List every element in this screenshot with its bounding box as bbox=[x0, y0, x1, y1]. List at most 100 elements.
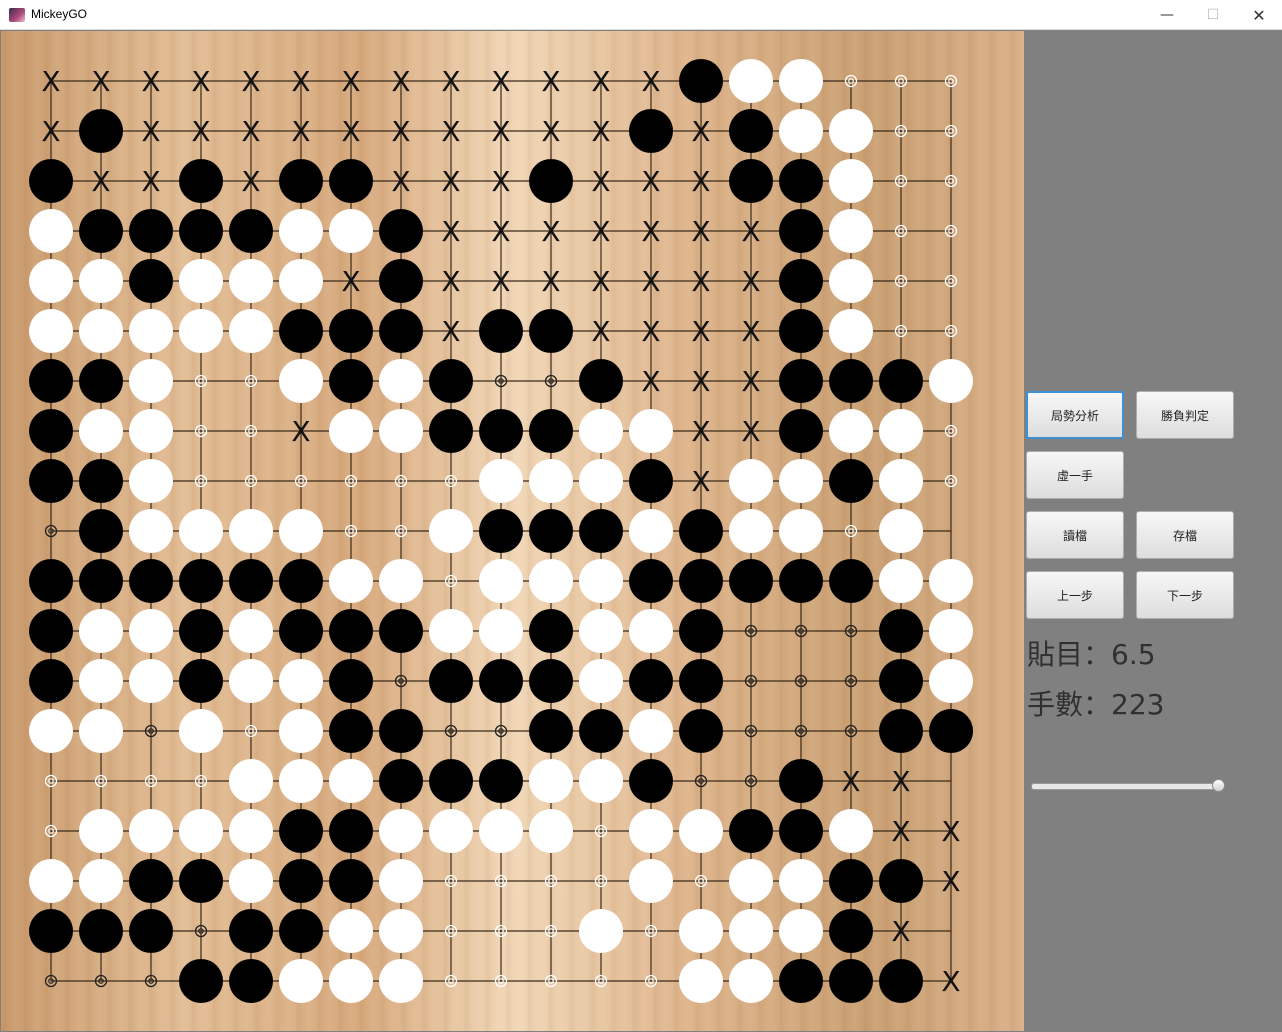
white-stone bbox=[129, 359, 173, 403]
pass-button[interactable]: 虛一手 bbox=[1026, 451, 1124, 499]
white-stone bbox=[229, 859, 273, 903]
white-stone bbox=[729, 459, 773, 503]
territory-cross-marker: X bbox=[691, 215, 710, 248]
black-stone bbox=[779, 159, 823, 203]
black-stone bbox=[379, 259, 423, 303]
black-stone bbox=[829, 559, 873, 603]
black-stone bbox=[879, 709, 923, 753]
territory-cross-marker: X bbox=[691, 165, 710, 198]
black-stone bbox=[79, 359, 123, 403]
black-stone bbox=[179, 859, 223, 903]
black-stone bbox=[629, 659, 673, 703]
territory-cross-marker: X bbox=[441, 265, 460, 298]
white-stone bbox=[179, 809, 223, 853]
territory-cross-marker: X bbox=[391, 65, 410, 98]
black-stone bbox=[279, 309, 323, 353]
black-stone bbox=[679, 509, 723, 553]
white-stone bbox=[79, 859, 123, 903]
black-stone bbox=[429, 759, 473, 803]
white-stone bbox=[129, 809, 173, 853]
judge-button[interactable]: 勝負判定 bbox=[1136, 391, 1234, 439]
territory-cross-marker: X bbox=[241, 115, 260, 148]
territory-cross-marker: X bbox=[741, 415, 760, 448]
black-stone bbox=[29, 409, 73, 453]
territory-cross-marker: X bbox=[941, 965, 960, 998]
white-stone bbox=[879, 559, 923, 603]
territory-cross-marker: X bbox=[241, 165, 260, 198]
white-stone bbox=[579, 659, 623, 703]
territory-cross-marker: X bbox=[941, 865, 960, 898]
white-stone bbox=[779, 909, 823, 953]
white-stone bbox=[329, 409, 373, 453]
territory-cross-marker: X bbox=[341, 115, 360, 148]
territory-cross-marker: X bbox=[691, 465, 710, 498]
black-stone bbox=[329, 859, 373, 903]
black-stone bbox=[379, 709, 423, 753]
white-stone bbox=[729, 909, 773, 953]
black-stone bbox=[29, 159, 73, 203]
white-stone bbox=[79, 659, 123, 703]
black-stone bbox=[829, 359, 873, 403]
white-stone bbox=[279, 209, 323, 253]
window-title: MickeyGO bbox=[31, 7, 88, 21]
black-stone bbox=[329, 659, 373, 703]
black-stone bbox=[279, 609, 323, 653]
white-stone bbox=[229, 609, 273, 653]
black-stone bbox=[279, 159, 323, 203]
white-stone bbox=[729, 959, 773, 1003]
white-stone bbox=[829, 209, 873, 253]
white-stone bbox=[929, 609, 973, 653]
white-stone bbox=[629, 609, 673, 653]
black-stone bbox=[329, 359, 373, 403]
territory-cross-marker: X bbox=[891, 765, 910, 798]
territory-cross-marker: X bbox=[641, 265, 660, 298]
white-stone bbox=[329, 559, 373, 603]
white-stone bbox=[279, 759, 323, 803]
maximize-button[interactable]: ☐ bbox=[1190, 0, 1236, 30]
territory-cross-marker: X bbox=[741, 365, 760, 398]
white-stone bbox=[279, 709, 323, 753]
territory-cross-marker: X bbox=[291, 65, 310, 98]
white-stone bbox=[29, 259, 73, 303]
territory-cross-marker: X bbox=[641, 65, 660, 98]
black-stone bbox=[229, 559, 273, 603]
black-stone bbox=[529, 659, 573, 703]
prev-button[interactable]: 上一步 bbox=[1026, 571, 1124, 619]
black-stone bbox=[779, 259, 823, 303]
territory-cross-marker: X bbox=[741, 315, 760, 348]
territory-cross-marker: X bbox=[541, 65, 560, 98]
white-stone bbox=[529, 459, 573, 503]
load-button[interactable]: 讀檔 bbox=[1026, 511, 1124, 559]
white-stone bbox=[229, 659, 273, 703]
white-stone bbox=[829, 109, 873, 153]
white-stone bbox=[829, 809, 873, 853]
white-stone bbox=[29, 209, 73, 253]
black-stone bbox=[429, 409, 473, 453]
black-stone bbox=[829, 959, 873, 1003]
minimize-button[interactable]: — bbox=[1144, 0, 1190, 30]
territory-cross-marker: X bbox=[591, 165, 610, 198]
black-stone bbox=[729, 109, 773, 153]
black-stone bbox=[79, 509, 123, 553]
black-stone bbox=[679, 709, 723, 753]
save-button[interactable]: 存檔 bbox=[1136, 511, 1234, 559]
move-slider-track[interactable] bbox=[1031, 783, 1221, 790]
analysis-button[interactable]: 局勢分析 bbox=[1026, 391, 1124, 439]
board-canvas[interactable]: X X X X X X X X X X X X XX X X X X X X X X X X XX X X X X X X X XX X X X X X… bbox=[1, 31, 1024, 1031]
white-stone bbox=[529, 759, 573, 803]
black-stone bbox=[29, 459, 73, 503]
close-button[interactable]: ✕ bbox=[1236, 0, 1282, 30]
black-stone bbox=[679, 559, 723, 603]
white-stone bbox=[79, 409, 123, 453]
go-board[interactable]: XXXXXXXXXXXXXXXXXXXXXXXXXXXXXXXXXXXXXXXX… bbox=[1, 31, 1024, 1031]
move-slider-thumb[interactable] bbox=[1212, 779, 1225, 792]
next-button[interactable]: 下一步 bbox=[1136, 571, 1234, 619]
white-stone bbox=[479, 559, 523, 603]
territory-cross-marker: X bbox=[541, 215, 560, 248]
app-icon bbox=[9, 8, 25, 22]
black-stone bbox=[179, 159, 223, 203]
white-stone bbox=[129, 459, 173, 503]
black-stone bbox=[479, 509, 523, 553]
territory-cross-marker: X bbox=[941, 815, 960, 848]
white-stone bbox=[579, 909, 623, 953]
